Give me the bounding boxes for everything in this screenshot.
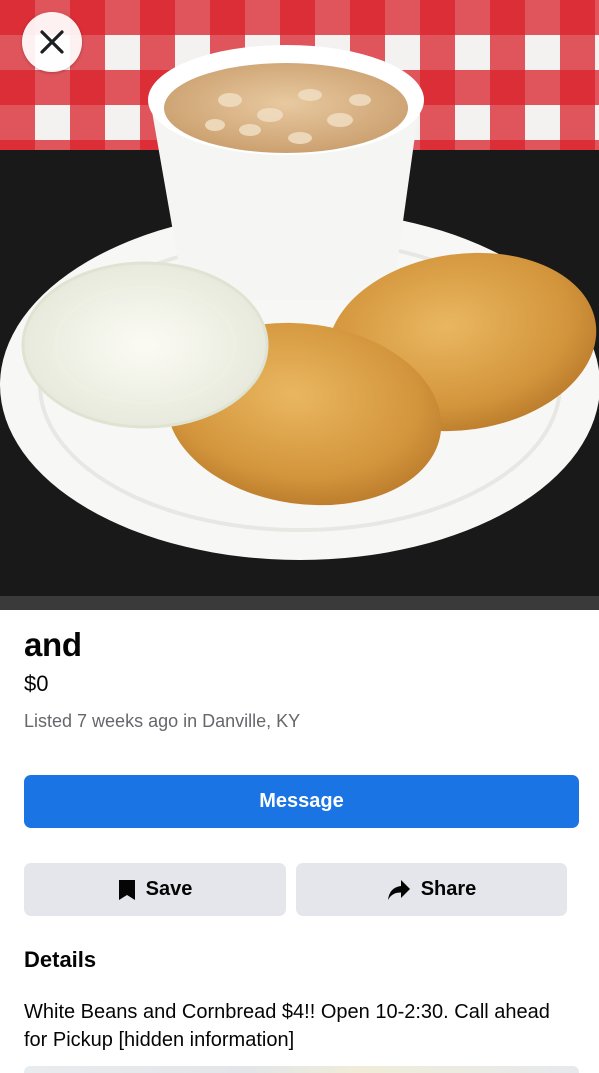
food-photo-image: [0, 0, 599, 610]
details-heading: Details: [24, 947, 97, 972]
bookmark-icon: [118, 879, 135, 900]
share-button[interactable]: Share: [296, 863, 567, 916]
message-button[interactable]: Message: [24, 775, 579, 828]
share-arrow-icon: [387, 879, 410, 900]
listing-title: and: [24, 626, 82, 663]
map-preview[interactable]: [24, 1066, 579, 1073]
save-button-label: Save: [145, 878, 193, 900]
details-description: White Beans and Cornbread $4!! Open 10-2…: [24, 1001, 550, 1051]
listing-price: $0: [24, 671, 49, 696]
listing-photo[interactable]: [0, 0, 599, 610]
close-icon: [40, 30, 64, 54]
message-button-label: Message: [259, 790, 344, 812]
close-button[interactable]: [22, 12, 82, 72]
save-button[interactable]: Save: [24, 863, 286, 916]
listing-meta: Listed 7 weeks ago in Danville, KY: [24, 711, 301, 731]
share-button-label: Share: [420, 878, 477, 900]
